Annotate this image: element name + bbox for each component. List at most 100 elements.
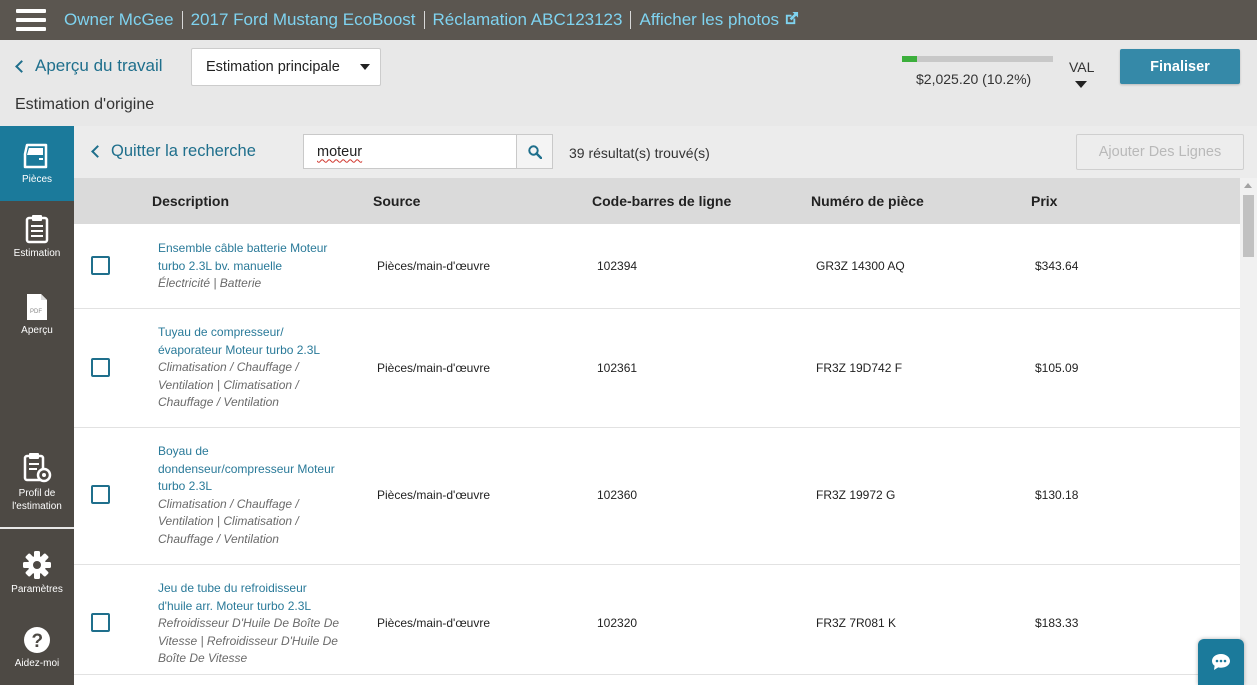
part-category: Électricité | Batterie	[158, 276, 262, 290]
row-checkbox[interactable]	[91, 358, 110, 377]
part-title[interactable]: Boyau de dondenseur/compresseur Moteur t…	[158, 443, 348, 496]
row-part-number: FR3Z 19972 G	[816, 488, 896, 502]
back-label: Aperçu du travail	[35, 56, 163, 75]
row-source: Pièces/main-d'œuvre	[377, 259, 490, 273]
part-title[interactable]: Jeu de tube du refroidisseur d'huile arr…	[158, 580, 328, 615]
show-photos-label: Afficher les photos	[639, 10, 780, 29]
sidebar-item-help[interactable]: ? Aidez-moi	[0, 626, 74, 670]
column-header-price[interactable]: Prix	[1031, 193, 1057, 209]
crumb-claim[interactable]: Réclamation ABC123123	[433, 10, 623, 30]
svg-text:?: ?	[32, 631, 44, 652]
row-part-number: FR3Z 19D742 F	[816, 361, 903, 375]
estimate-select-value: Estimation principale	[206, 59, 340, 75]
sidebar-item-label: Estimation	[13, 248, 61, 259]
part-category: Refroidisseur D'Huile De Boîte De Vitess…	[158, 616, 340, 665]
part-title[interactable]: Ensemble câble batterie Moteur turbo 2.3…	[158, 240, 348, 275]
column-header-source[interactable]: Source	[373, 193, 420, 209]
sidebar-item-settings[interactable]: Paramètres	[0, 550, 74, 596]
search-toolbar: Quitter la recherche moteur 39 résultat(…	[74, 126, 1257, 178]
row-barcode: 102394	[597, 259, 638, 273]
table-row[interactable]: Boyau de dondenseur/compresseur Moteur t…	[74, 428, 1240, 565]
column-header-barcode[interactable]: Code-barres de ligne	[592, 193, 731, 209]
sidebar-item-estimate-profile[interactable]: Profil de l'estimation	[0, 452, 74, 513]
estimate-header: Aperçu du travail Estimation d'origine E…	[0, 40, 1257, 126]
external-link-icon	[785, 11, 799, 25]
row-description: Tuyau de compresseur/ évaporateur Moteur…	[158, 324, 330, 412]
results-table: Description Source Code-barres de ligne …	[74, 178, 1240, 685]
row-price: $183.33	[1035, 616, 1079, 630]
row-description: Jeu de tube du refroidisseur d'huile arr…	[158, 580, 353, 668]
caret-down-icon	[360, 64, 370, 70]
finalise-button[interactable]: Finaliser	[1120, 49, 1240, 84]
row-source: Pièces/main-d'œuvre	[377, 361, 490, 375]
door-icon	[23, 143, 48, 169]
sidebar-item-label: Profil de l'estimation	[12, 488, 62, 512]
crumb-separator	[423, 11, 425, 29]
part-category: Climatisation / Chauffage / Ventilation …	[158, 360, 299, 409]
sidebar-item-preview[interactable]: PDF Aperçu	[0, 293, 74, 337]
chevron-left-icon	[15, 59, 28, 73]
part-category: Climatisation / Chauffage / Ventilation …	[158, 496, 299, 546]
back-to-overview-link[interactable]: Aperçu du travail	[14, 56, 163, 76]
scroll-thumb[interactable]	[1243, 195, 1254, 257]
search-input-value: moteur	[317, 143, 363, 160]
table-row[interactable]: Ensemble câble batterie Moteur turbo 2.3…	[74, 224, 1240, 309]
table-row[interactable]: Jeu de tube du refroidisseur d'huile arr…	[74, 565, 1240, 675]
sidebar-item-estimate[interactable]: Estimation	[0, 214, 74, 260]
val-dropdown[interactable]: VAL	[1069, 59, 1094, 75]
row-part-number: GR3Z 14300 AQ	[816, 259, 905, 273]
add-lines-button[interactable]: Ajouter Des Lignes	[1076, 134, 1244, 170]
sidebar-divider	[0, 527, 74, 529]
column-header-part-number[interactable]: Numéro de pièce	[811, 193, 924, 209]
hamburger-menu-icon[interactable]	[16, 9, 46, 31]
sidebar-item-label: Pièces	[21, 174, 52, 185]
row-description: Boyau de dondenseur/compresseur Moteur t…	[158, 443, 348, 548]
sidebar-item-label: Paramètres	[11, 584, 63, 595]
search-input[interactable]: moteur	[303, 134, 517, 169]
search-icon	[527, 144, 542, 159]
svg-text:PDF: PDF	[30, 309, 42, 315]
top-bar: Owner McGee 2017 Ford Mustang EcoBoost R…	[0, 0, 1257, 40]
part-title[interactable]: Tuyau de compresseur/ évaporateur Moteur…	[158, 324, 330, 359]
sidebar: Pièces Estimation PDF Aperçu Profil de l…	[0, 126, 74, 685]
row-price: $105.09	[1035, 361, 1079, 375]
row-barcode: 102360	[597, 488, 638, 502]
crumb-vehicle[interactable]: 2017 Ford Mustang EcoBoost	[191, 10, 416, 30]
search-button[interactable]	[516, 134, 553, 169]
quit-search-link[interactable]: Quitter la recherche	[90, 142, 256, 161]
clipboard-gear-icon	[23, 453, 52, 483]
table-header: Description Source Code-barres de ligne …	[74, 178, 1240, 224]
row-barcode: 102361	[597, 361, 638, 375]
row-source: Pièces/main-d'œuvre	[377, 616, 490, 630]
row-checkbox[interactable]	[91, 613, 110, 632]
crumb-owner[interactable]: Owner McGee	[64, 10, 174, 30]
quit-search-label: Quitter la recherche	[111, 142, 256, 160]
caret-down-icon[interactable]	[1075, 81, 1087, 88]
row-checkbox[interactable]	[91, 485, 110, 504]
pdf-icon: PDF	[27, 294, 47, 320]
estimate-select[interactable]: Estimation principale	[191, 48, 381, 86]
row-checkbox[interactable]	[91, 256, 110, 275]
chat-icon	[1212, 654, 1230, 670]
row-description: Ensemble câble batterie Moteur turbo 2.3…	[158, 240, 348, 293]
table-row[interactable]: Tuyau de compresseur/ évaporateur Moteur…	[74, 309, 1240, 428]
help-icon: ?	[24, 627, 50, 653]
scroll-up-icon[interactable]	[1244, 183, 1252, 188]
total-amount: $2,025.20 (10.2%)	[916, 71, 1032, 87]
gear-icon	[23, 551, 51, 579]
row-price: $130.18	[1035, 488, 1079, 502]
total-progress-bar	[902, 56, 1053, 62]
table-scrollbar[interactable]	[1240, 178, 1257, 685]
row-part-number: FR3Z 7R081 K	[816, 616, 897, 630]
page-subtitle: Estimation d'origine	[15, 96, 155, 113]
column-header-description[interactable]: Description	[152, 193, 229, 209]
crumb-separator	[181, 11, 183, 29]
results-count: 39 résultat(s) trouvé(s)	[569, 145, 710, 161]
chat-button[interactable]	[1198, 639, 1244, 685]
row-barcode: 102320	[597, 616, 638, 630]
show-photos-link[interactable]: Afficher les photos	[639, 10, 799, 30]
progress-fill	[902, 56, 918, 62]
sidebar-item-label: Aperçu	[21, 325, 53, 336]
sidebar-item-parts[interactable]: Pièces	[0, 126, 74, 201]
sidebar-item-label: Aidez-moi	[14, 658, 60, 669]
